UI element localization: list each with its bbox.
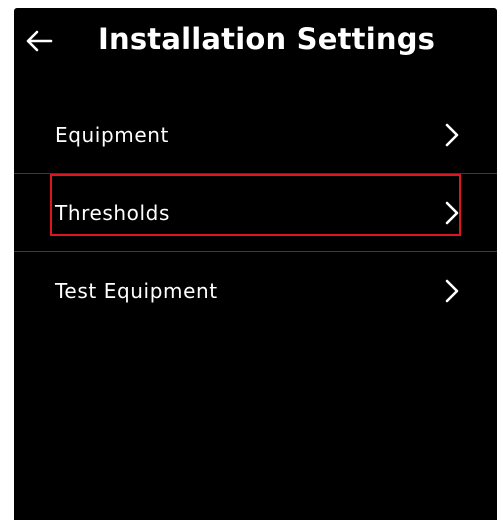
- settings-menu: Equipment Thresholds Test Equipment: [14, 96, 497, 329]
- app-screen: Installation Settings Equipment Threshol…: [14, 8, 497, 520]
- menu-item-label: Thresholds: [55, 200, 170, 225]
- chevron-right-icon: [445, 201, 459, 224]
- chevron-right-icon: [445, 279, 459, 302]
- menu-item-thresholds[interactable]: Thresholds: [14, 174, 497, 252]
- arrow-left-icon: [26, 30, 53, 52]
- menu-item-label: Test Equipment: [55, 278, 218, 303]
- menu-item-equipment[interactable]: Equipment: [14, 96, 497, 174]
- page-title: Installation Settings: [98, 22, 436, 56]
- back-button[interactable]: [22, 24, 56, 58]
- chevron-right-icon: [445, 123, 459, 146]
- header: Installation Settings: [14, 8, 497, 80]
- menu-item-label: Equipment: [55, 122, 169, 147]
- menu-item-test-equipment[interactable]: Test Equipment: [14, 252, 497, 329]
